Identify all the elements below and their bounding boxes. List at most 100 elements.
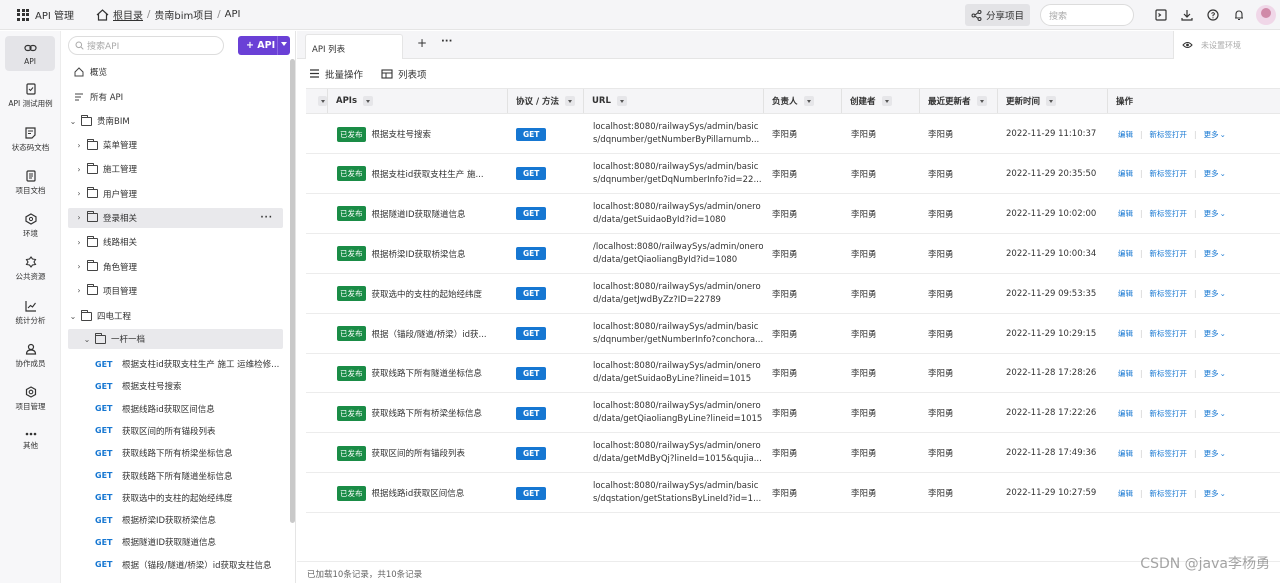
notification-bell-icon[interactable] xyxy=(1226,9,1252,21)
column-owner[interactable]: 负责人 xyxy=(764,89,842,113)
edit-link[interactable]: 编辑 xyxy=(1118,208,1133,219)
chevron-down-icon[interactable]: ⌄ xyxy=(68,117,78,126)
column-url[interactable]: URL xyxy=(584,89,764,113)
tree-item-all-api[interactable]: 所有 API xyxy=(68,87,283,107)
column-updater[interactable]: 最近更新者 xyxy=(920,89,998,113)
more-link[interactable]: 更多 xyxy=(1204,168,1219,179)
table-row[interactable]: 已发布 获取区间的所有锚段列表 GET localhost:8080/railw… xyxy=(306,433,1280,474)
tree-api-item[interactable]: GET 获取线路下所有桥梁坐标信息 xyxy=(68,443,283,463)
api-search-input[interactable]: 搜索API xyxy=(68,36,224,55)
table-row[interactable]: 已发布 根据线路id获取区间信息 GET localhost:8080/rail… xyxy=(306,473,1280,514)
tree-api-item[interactable]: GET 根据（锚段/隧道/桥梁）id获取支柱信息 xyxy=(68,555,283,575)
edit-link[interactable]: 编辑 xyxy=(1118,248,1133,259)
chevron-down-icon[interactable]: ⌄ xyxy=(1220,209,1226,218)
rail-item-environment[interactable]: 环境 xyxy=(0,213,61,239)
api-name[interactable]: 获取选中的支柱的起始经纬度 xyxy=(372,288,483,300)
breadcrumb-root[interactable]: 根目录 xyxy=(113,7,143,22)
chevron-down-icon[interactable]: ⌄ xyxy=(1220,130,1226,139)
open-new-tab-link[interactable]: 新标签打开 xyxy=(1150,448,1188,459)
tree-folder[interactable]: › 线路相关 xyxy=(68,232,283,252)
api-name[interactable]: 根据线路id获取区间信息 xyxy=(372,487,465,499)
rail-item-project-management[interactable]: 项目管理 xyxy=(0,386,61,412)
chevron-down-icon[interactable]: ⌄ xyxy=(1220,169,1226,178)
chevron-right-icon[interactable]: › xyxy=(74,165,84,174)
columns-button[interactable]: 列表项 xyxy=(381,67,427,81)
more-link[interactable]: 更多 xyxy=(1204,208,1219,219)
chevron-down-icon[interactable]: ⌄ xyxy=(68,312,78,321)
rail-item-members[interactable]: 协作成员 xyxy=(0,343,61,369)
more-link[interactable]: 更多 xyxy=(1204,448,1219,459)
more-link[interactable]: 更多 xyxy=(1204,288,1219,299)
table-row[interactable]: 已发布 获取线路下所有桥梁坐标信息 GET localhost:8080/rai… xyxy=(306,393,1280,434)
open-new-tab-link[interactable]: 新标签打开 xyxy=(1150,408,1188,419)
more-link[interactable]: 更多 xyxy=(1204,248,1219,259)
tree-folder[interactable]: › 菜单管理 xyxy=(68,135,283,155)
column-creator[interactable]: 创建者 xyxy=(842,89,920,113)
open-new-tab-link[interactable]: 新标签打开 xyxy=(1150,168,1188,179)
share-project-button[interactable]: 分享项目 xyxy=(964,4,1030,26)
edit-link[interactable]: 编辑 xyxy=(1118,168,1133,179)
table-row[interactable]: 已发布 获取选中的支柱的起始经纬度 GET localhost:8080/rai… xyxy=(306,274,1280,314)
tree-folder[interactable]: › 登录相关 ··· xyxy=(68,207,283,228)
tree-folder-subgroup[interactable]: ⌄ 一杆一档 xyxy=(68,329,283,349)
open-new-tab-link[interactable]: 新标签打开 xyxy=(1150,129,1188,140)
more-link[interactable]: 更多 xyxy=(1204,408,1219,419)
api-name[interactable]: 根据（锚段/隧道/桥梁）id获... xyxy=(372,328,487,340)
api-management-menu[interactable]: API 管理 xyxy=(17,7,74,22)
more-link[interactable]: 更多 xyxy=(1204,129,1219,140)
rail-item-other[interactable]: 其他 xyxy=(0,431,61,451)
tree-folder[interactable]: › 项目管理 xyxy=(68,281,283,301)
table-row[interactable]: 已发布 获取线路下所有隧道坐标信息 GET localhost:8080/rai… xyxy=(306,353,1280,394)
edit-link[interactable]: 编辑 xyxy=(1118,488,1133,499)
chevron-right-icon[interactable]: › xyxy=(74,238,84,247)
more-options-icon[interactable]: ··· xyxy=(260,213,273,223)
rail-item-status-doc[interactable]: 状态码文档 xyxy=(0,127,61,153)
api-name[interactable]: 根据支柱号搜索 xyxy=(372,128,432,140)
edit-link[interactable]: 编辑 xyxy=(1118,448,1133,459)
tree-api-item[interactable]: GET 根据隧道ID获取隧道信息 xyxy=(68,532,283,552)
tree-scrollbar[interactable] xyxy=(290,59,295,523)
table-row[interactable]: 已发布 根据桥梁ID获取桥梁信息 GET /localhost:8080/rai… xyxy=(306,234,1280,274)
table-row[interactable]: 已发布 根据支柱id获取支柱生产 施... GET localhost:8080… xyxy=(306,154,1280,194)
open-new-tab-link[interactable]: 新标签打开 xyxy=(1150,368,1188,379)
batch-operation-button[interactable]: 批量操作 xyxy=(309,67,363,81)
rail-item-public-resources[interactable]: 公共资源 xyxy=(0,256,61,282)
add-api-button[interactable]: + API xyxy=(238,36,290,55)
chevron-right-icon[interactable]: › xyxy=(74,213,84,222)
tree-folder[interactable]: › 角色管理 xyxy=(68,257,283,277)
column-apis[interactable]: APIs xyxy=(328,89,508,113)
tab-api-list[interactable]: API 列表 xyxy=(305,34,403,59)
edit-link[interactable]: 编辑 xyxy=(1118,328,1133,339)
tree-api-item[interactable]: GET 根据支柱号搜索 xyxy=(68,376,283,396)
chevron-down-icon[interactable]: ⌄ xyxy=(1220,329,1226,338)
tree-api-item[interactable]: GET 根据桥梁ID获取桥梁信息 xyxy=(68,510,283,530)
chevron-down-icon[interactable]: ⌄ xyxy=(1220,369,1226,378)
tree-api-item[interactable]: GET 获取选中的支柱的起始经纬度 xyxy=(68,488,283,508)
column-protocol[interactable]: 协议 / 方法 xyxy=(508,89,584,113)
edit-link[interactable]: 编辑 xyxy=(1118,288,1133,299)
api-name[interactable]: 获取线路下所有隧道坐标信息 xyxy=(372,367,483,379)
global-search-input[interactable]: 搜索 xyxy=(1040,4,1134,26)
tree-folder-root[interactable]: ⌄ 贵南BIM xyxy=(68,111,283,131)
tree-api-item[interactable]: GET 根据线路id获取区间信息 xyxy=(68,399,283,419)
open-new-tab-link[interactable]: 新标签打开 xyxy=(1150,488,1188,499)
add-tab-button[interactable]: + xyxy=(417,36,427,50)
download-icon[interactable] xyxy=(1174,9,1200,21)
chevron-right-icon[interactable]: › xyxy=(74,286,84,295)
chevron-right-icon[interactable]: › xyxy=(74,141,84,150)
api-name[interactable]: 根据桥梁ID获取桥梁信息 xyxy=(372,248,466,260)
edit-link[interactable]: 编辑 xyxy=(1118,129,1133,140)
edit-link[interactable]: 编辑 xyxy=(1118,368,1133,379)
breadcrumb-project[interactable]: 贵南bim项目 xyxy=(154,7,213,22)
more-link[interactable]: 更多 xyxy=(1204,368,1219,379)
avatar[interactable] xyxy=(1256,5,1276,25)
chevron-down-icon[interactable]: ⌄ xyxy=(82,335,92,344)
api-name[interactable]: 根据支柱id获取支柱生产 施... xyxy=(372,168,484,180)
table-row[interactable]: 已发布 根据隧道ID获取隧道信息 GET localhost:8080/rail… xyxy=(306,194,1280,234)
chevron-right-icon[interactable]: › xyxy=(74,189,84,198)
tree-folder[interactable]: › 施工管理 xyxy=(68,159,283,179)
terminal-icon[interactable] xyxy=(1148,9,1174,21)
open-new-tab-link[interactable]: 新标签打开 xyxy=(1150,248,1188,259)
more-link[interactable]: 更多 xyxy=(1204,328,1219,339)
api-name[interactable]: 获取线路下所有桥梁坐标信息 xyxy=(372,407,483,419)
